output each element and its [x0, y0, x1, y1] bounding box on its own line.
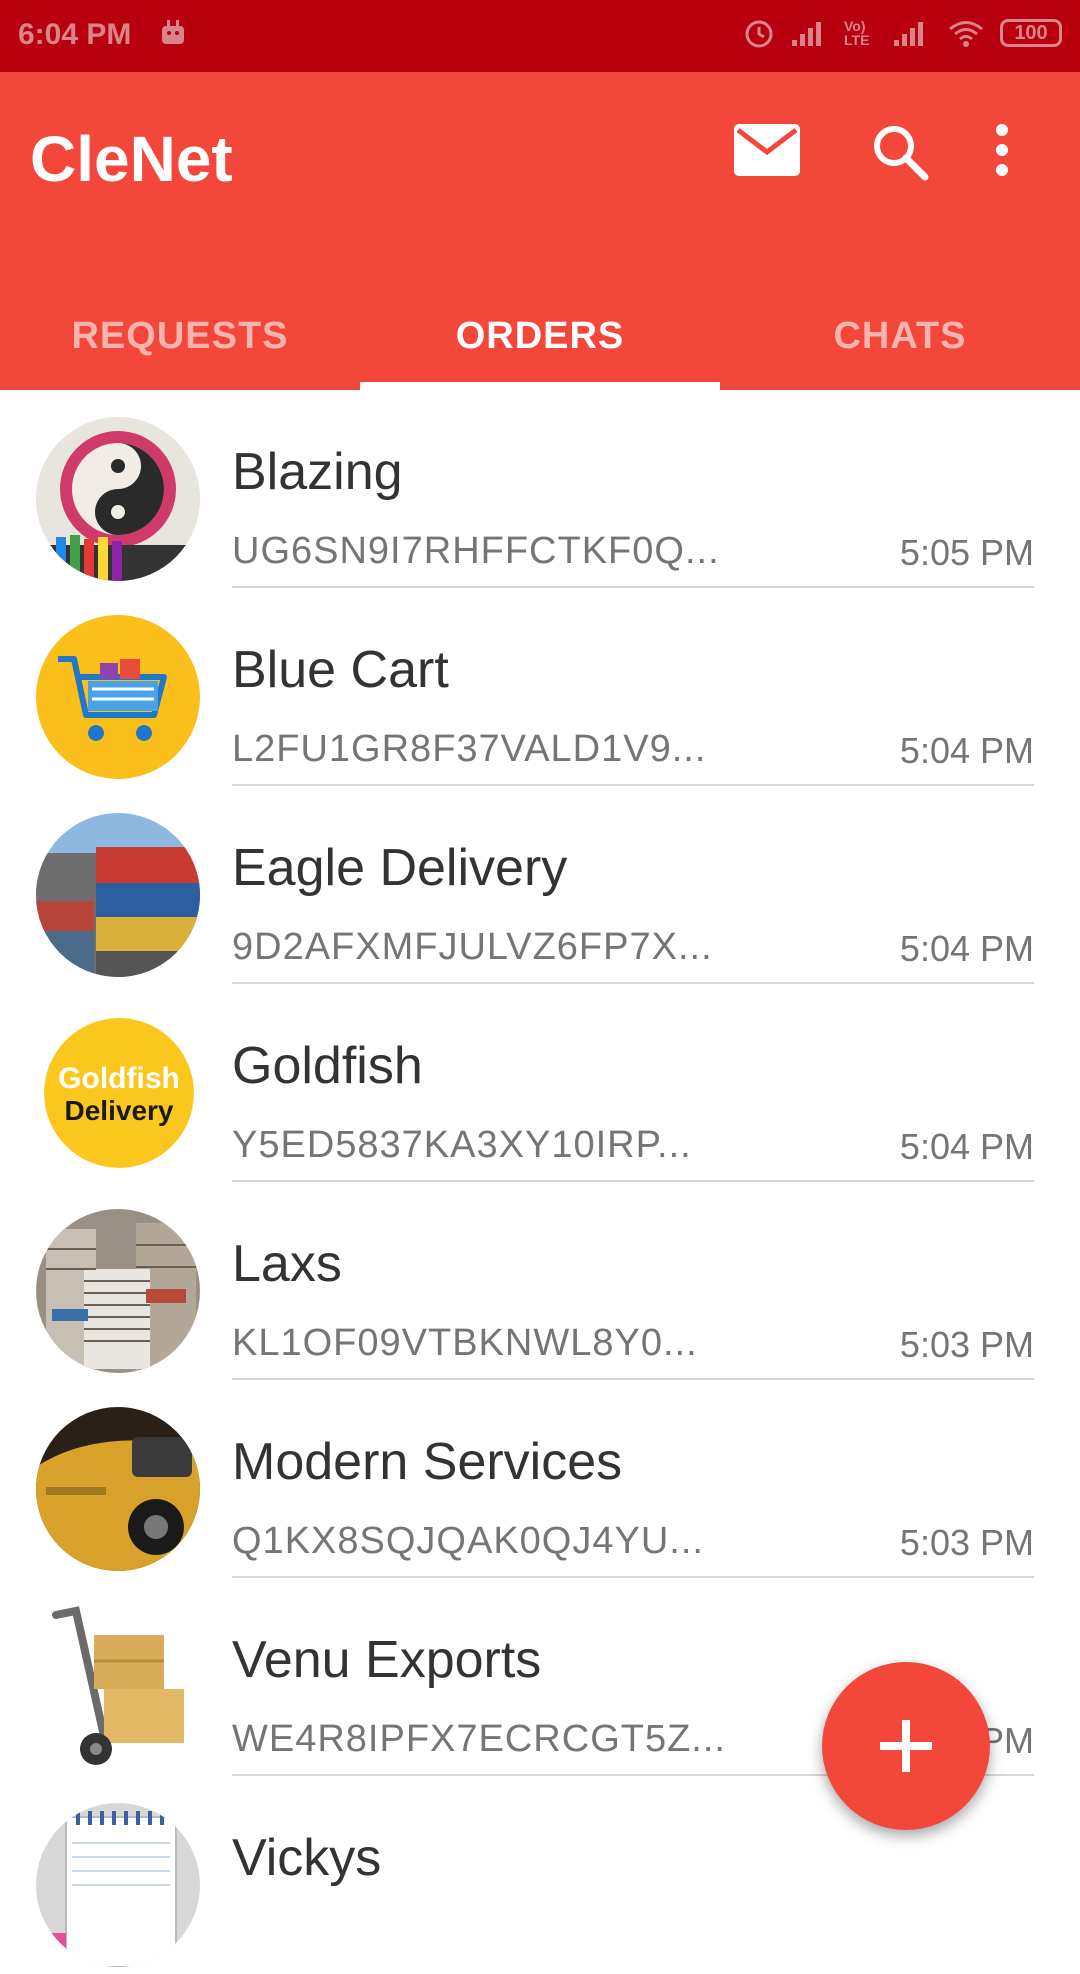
order-name: Blue Cart: [232, 641, 449, 699]
status-time: 6:04 PM: [18, 18, 132, 51]
order-code: Y5ED5837KA3XY10IRP...: [232, 1124, 692, 1166]
order-code: WE4R8IPFX7ECRCGT5Z...: [232, 1718, 726, 1760]
order-name: Modern Services: [232, 1433, 623, 1491]
list-item[interactable]: Modern Services Q1KX8SQJQAK0QJ4YU... 5:0…: [0, 1380, 1080, 1578]
wifi-icon: [949, 21, 983, 47]
avatar-vickys: [36, 1803, 200, 1967]
order-name: Vickys: [232, 1829, 382, 1887]
more-options-icon[interactable]: [990, 120, 1014, 180]
list-item[interactable]: Laxs KL1OF09VTBKNWL8Y0... 5:03 PM: [0, 1182, 1080, 1380]
order-time: 5:03 PM: [899, 1324, 1034, 1365]
app-bar: CleNet REQUESTS ORDERS CHATS: [0, 72, 1080, 390]
signal-icon: [792, 22, 821, 46]
order-name: Goldfish: [232, 1037, 423, 1095]
app-title: CleNet: [30, 123, 233, 195]
order-code: KL1OF09VTBKNWL8Y0...: [232, 1322, 698, 1364]
avatar-blazing: [36, 417, 200, 581]
tab-orders[interactable]: ORDERS: [360, 282, 720, 390]
avatar-eagle-delivery: [36, 813, 200, 977]
goldfish-logo-text: Goldfish: [58, 1062, 180, 1095]
avatar-laxs: [36, 1209, 200, 1373]
order-time: 5:04 PM: [899, 1126, 1034, 1167]
tab-bar: REQUESTS ORDERS CHATS: [0, 282, 1080, 390]
status-bar: 6:04 PM Vo) LTE 100: [0, 0, 1080, 72]
order-name: Laxs: [232, 1235, 342, 1293]
order-time: 5:05 PM: [899, 532, 1034, 573]
order-time: 5:04 PM: [899, 730, 1034, 771]
order-name: Blazing: [232, 443, 403, 501]
plus-icon: [880, 1720, 932, 1772]
signal-icon-2: [894, 22, 923, 46]
order-name: Eagle Delivery: [232, 839, 568, 897]
tab-requests[interactable]: REQUESTS: [0, 282, 360, 390]
order-name: Venu Exports: [232, 1631, 542, 1689]
order-time: 5:03 PM: [899, 1522, 1034, 1563]
avatar-blue-cart: [36, 615, 200, 779]
alarm-icon: [745, 20, 773, 48]
volte-label: Vo) LTE: [844, 18, 870, 48]
add-order-fab[interactable]: [822, 1662, 990, 1830]
mail-icon[interactable]: [732, 122, 802, 178]
order-code: UG6SN9I7RHFFCTKF0Q...: [232, 530, 720, 572]
tab-chats[interactable]: CHATS: [720, 282, 1080, 390]
delivery-logo-text: Delivery: [65, 1095, 174, 1126]
avatar-venu-exports: [36, 1605, 200, 1769]
avatar-goldfish: Goldfish Delivery: [44, 1018, 194, 1168]
list-item[interactable]: Blue Cart L2FU1GR8F37VALD1V9... 5:04 PM: [0, 588, 1080, 786]
order-code: Q1KX8SQJQAK0QJ4YU...: [232, 1520, 704, 1562]
battery-indicator: 100: [1000, 19, 1062, 47]
list-item[interactable]: Eagle Delivery 9D2AFXMFJULVZ6FP7X... 5:0…: [0, 786, 1080, 984]
avatar-modern-services: [36, 1407, 200, 1571]
android-notification-icon: [162, 20, 184, 44]
list-item[interactable]: Blazing UG6SN9I7RHFFCTKF0Q... 5:05 PM: [0, 390, 1080, 588]
order-code: 9D2AFXMFJULVZ6FP7X...: [232, 926, 713, 968]
order-time: 5:04 PM: [899, 928, 1034, 969]
list-item[interactable]: Goldfish Delivery Goldfish Y5ED5837KA3XY…: [0, 984, 1080, 1182]
order-code: L2FU1GR8F37VALD1V9...: [232, 728, 707, 770]
search-icon[interactable]: [870, 122, 930, 182]
